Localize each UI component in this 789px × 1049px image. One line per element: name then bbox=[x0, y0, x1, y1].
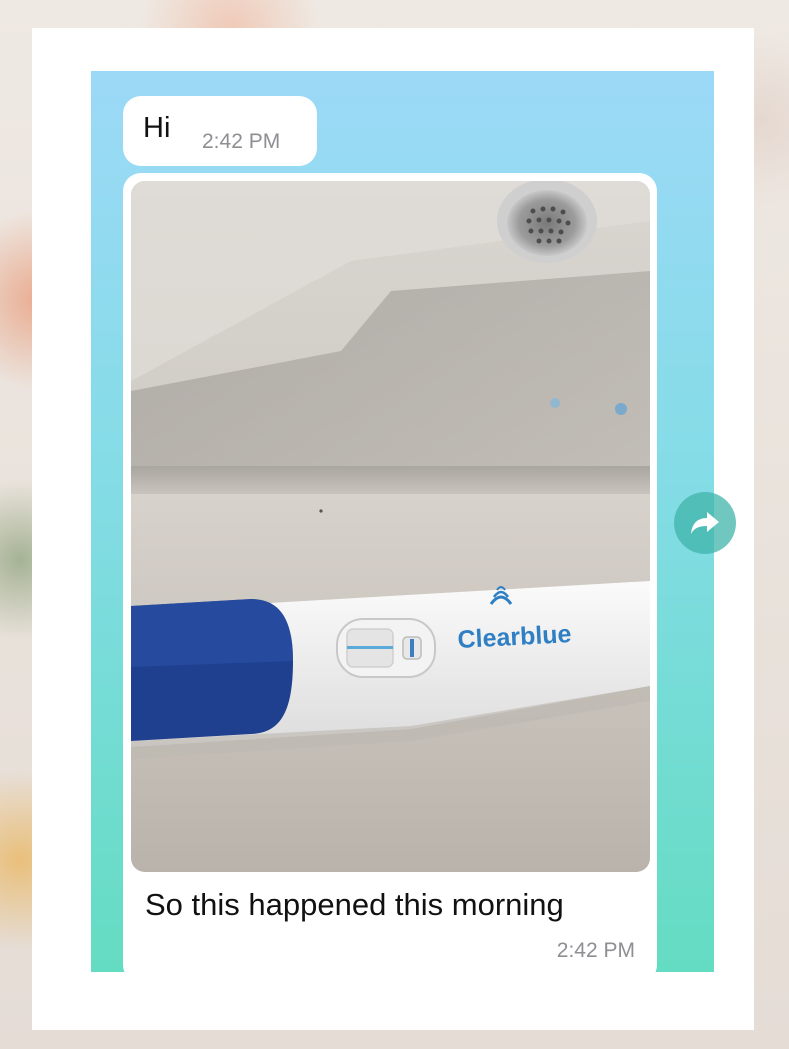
message-text: Hi bbox=[143, 112, 171, 144]
message-timestamp: 2:42 PM bbox=[202, 130, 281, 153]
pregnancy-test-photo: Clearblue bbox=[131, 181, 650, 872]
forward-button[interactable] bbox=[674, 492, 736, 554]
photo-message-bubble[interactable]: Clearblue So this happened this morning … bbox=[123, 173, 657, 972]
message-bubble-hi[interactable]: Hi 2:42 PM bbox=[123, 96, 317, 166]
photo-attachment[interactable]: Clearblue bbox=[131, 181, 650, 872]
photo-caption: So this happened this morning bbox=[145, 887, 564, 922]
message-timestamp: 2:42 PM bbox=[556, 939, 635, 962]
test-brand-label: Clearblue bbox=[457, 620, 572, 654]
chat-view[interactable]: Hi 2:42 PM Clearblue So this happened th… bbox=[91, 71, 714, 972]
forward-icon bbox=[691, 512, 719, 534]
